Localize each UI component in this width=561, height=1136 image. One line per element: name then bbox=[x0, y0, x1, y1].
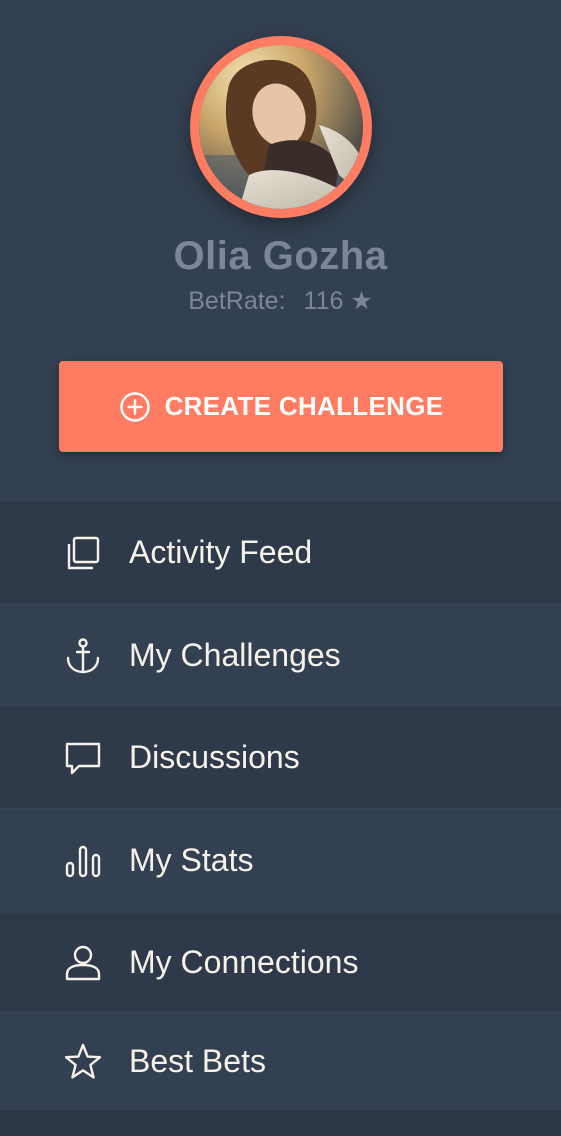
avatar-photo bbox=[199, 45, 363, 209]
menu-item-best-bets[interactable]: Best Bets bbox=[0, 1012, 561, 1110]
menu-item-activity-feed[interactable]: Activity Feed bbox=[0, 500, 561, 604]
copy-icon bbox=[62, 532, 104, 574]
user-icon bbox=[62, 942, 104, 984]
side-menu: Olia Gozha BetRate: 116 ★ CREATE CHALLENG… bbox=[0, 0, 561, 1136]
menu-item-my-challenges[interactable]: My Challenges bbox=[0, 604, 561, 706]
menu-item-label: My Challenges bbox=[129, 637, 341, 673]
menu-item-discussions[interactable]: Discussions bbox=[0, 706, 561, 808]
chat-bubble-icon bbox=[62, 737, 104, 779]
menu-item-label: Best Bets bbox=[129, 1043, 266, 1079]
menu-item-label: My Stats bbox=[129, 842, 254, 878]
create-challenge-label: CREATE CHALLENGE bbox=[164, 391, 444, 421]
menu-item-my-connections[interactable]: My Connections bbox=[0, 912, 561, 1012]
bar-chart-icon bbox=[62, 840, 104, 882]
plus-circle-icon bbox=[119, 391, 151, 423]
nav-menu: Activity Feed My Challenges Discussions bbox=[0, 500, 561, 1110]
betrate-label: BetRate: bbox=[188, 287, 286, 315]
menu-bottom-strip bbox=[0, 1110, 561, 1136]
profile-name: Olia Gozha bbox=[173, 234, 388, 278]
menu-item-label: My Connections bbox=[129, 944, 359, 980]
create-challenge-button[interactable]: CREATE CHALLENGE bbox=[59, 361, 503, 452]
star-icon bbox=[62, 1041, 104, 1083]
menu-item-label: Discussions bbox=[129, 739, 300, 775]
menu-item-label: Activity Feed bbox=[129, 534, 313, 570]
menu-item-my-stats[interactable]: My Stats bbox=[0, 808, 561, 912]
avatar[interactable] bbox=[190, 36, 372, 218]
anchor-icon bbox=[62, 635, 104, 677]
betrate-value: 116 ★ bbox=[303, 287, 373, 315]
betrate: BetRate: 116 ★ bbox=[0, 286, 561, 316]
